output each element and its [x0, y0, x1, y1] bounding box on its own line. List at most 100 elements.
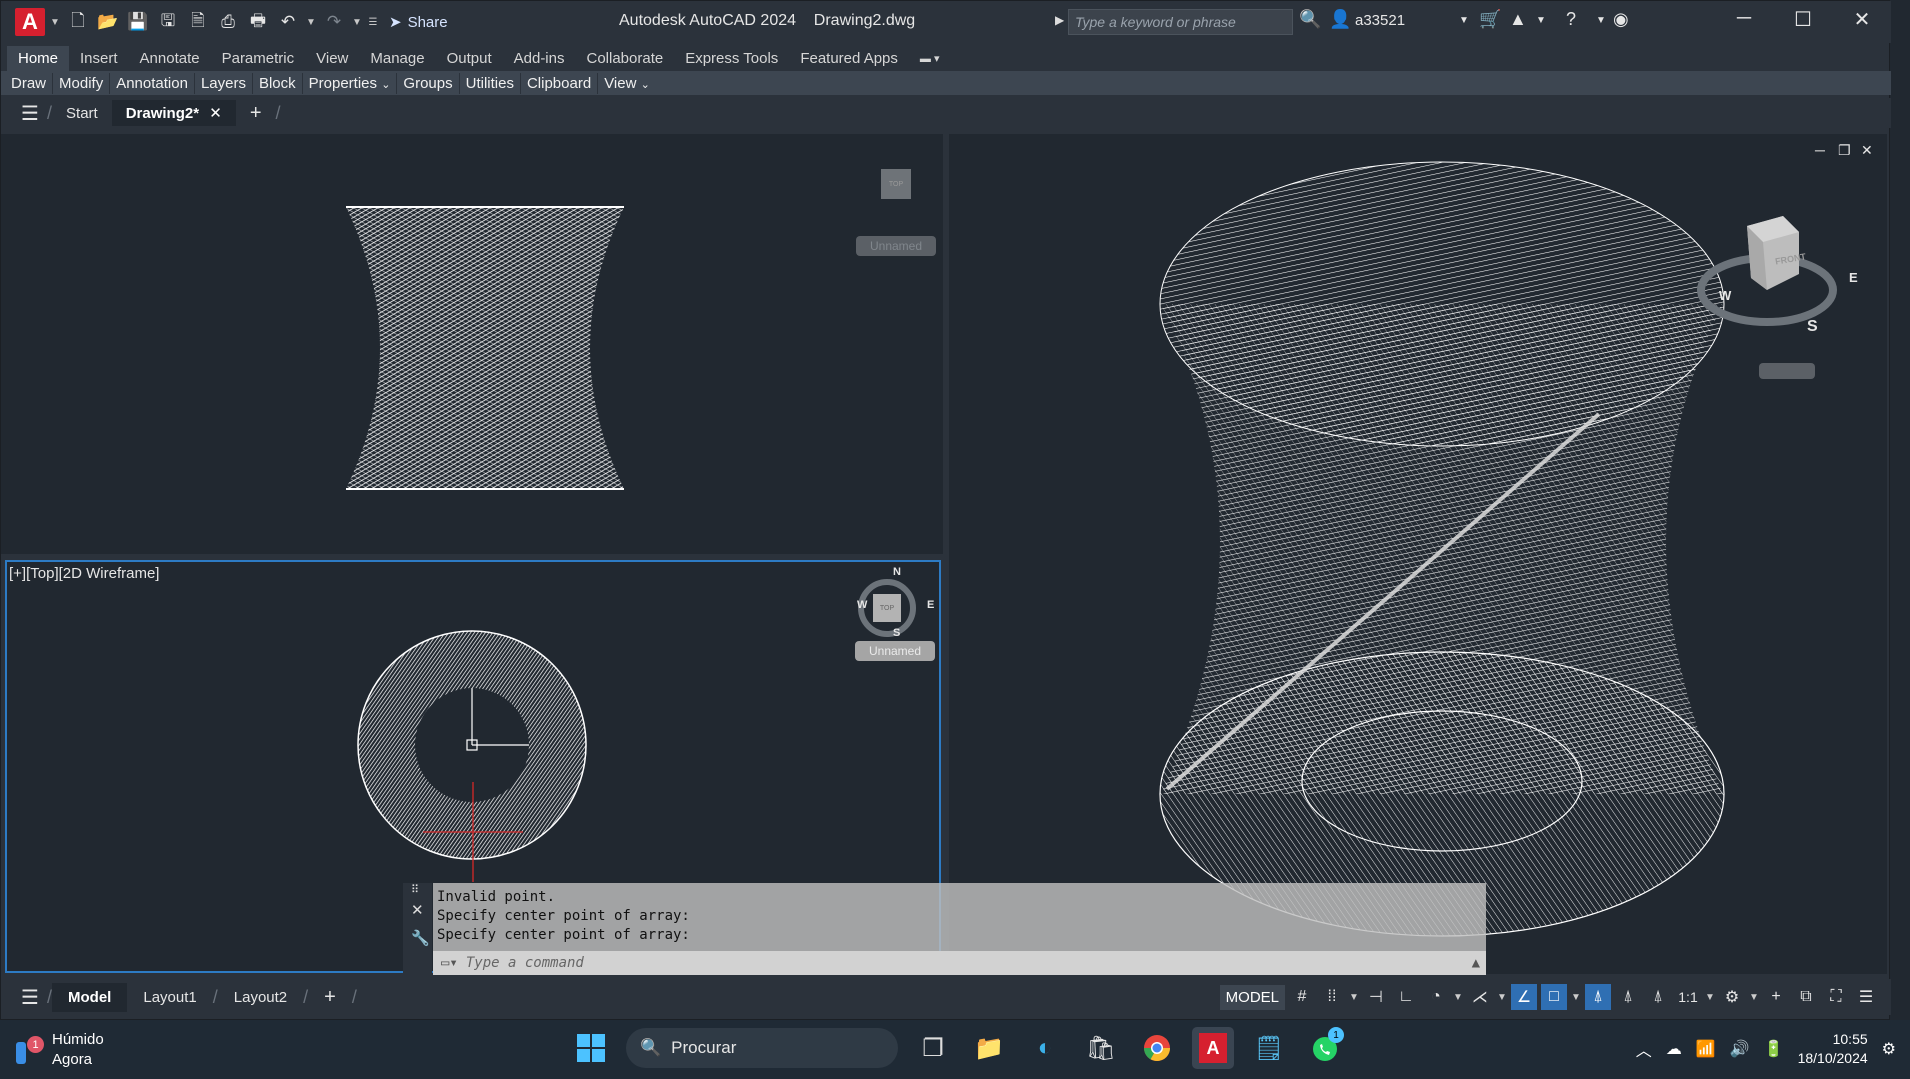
autocad-taskbar-icon[interactable]: A: [1192, 1027, 1234, 1069]
compass-west-label[interactable]: W: [857, 599, 867, 611]
cloud-offline-icon[interactable]: ☁: [1666, 1039, 1682, 1059]
units-icon[interactable]: ⧉: [1793, 984, 1819, 1010]
panel-clipboard[interactable]: Clipboard: [521, 72, 599, 94]
search-input[interactable]: Type a keyword or phrase: [1068, 9, 1293, 35]
compass-west-label[interactable]: W: [1719, 288, 1731, 303]
panel-view[interactable]: View ⌄: [598, 73, 656, 94]
viewcube-top-face[interactable]: TOP: [873, 594, 901, 622]
panel-layers[interactable]: Layers: [195, 72, 253, 94]
compass-north-label[interactable]: N: [893, 566, 901, 578]
tab-drawing2[interactable]: Drawing2* ✕: [111, 100, 236, 126]
tab-start[interactable]: Start: [52, 101, 112, 126]
ribbon-minimize-icon[interactable]: ▬ ▾: [909, 48, 951, 69]
compass-east-label[interactable]: E: [927, 599, 934, 611]
volume-icon[interactable]: 🔊: [1730, 1039, 1750, 1059]
minimize-icon[interactable]: ─: [1729, 7, 1759, 30]
isometric-drafting-icon[interactable]: ⋌: [1467, 984, 1493, 1010]
scale-dropdown-icon[interactable]: ▼: [1705, 992, 1715, 1003]
tab-insert[interactable]: Insert: [69, 46, 129, 71]
workspace-dropdown-icon[interactable]: ▼: [1749, 992, 1759, 1003]
show-hidden-icons-icon[interactable]: ︿: [1636, 1037, 1652, 1061]
isometric-dropdown-icon[interactable]: ▼: [1497, 992, 1507, 1003]
customization-menu-icon[interactable]: ☰: [1853, 984, 1879, 1010]
tab-featured-apps[interactable]: Featured Apps: [789, 46, 909, 71]
tab-model[interactable]: Model: [52, 982, 128, 1012]
grip-icon[interactable]: ⠿: [411, 883, 419, 896]
search-icon[interactable]: 🔍: [1299, 9, 1321, 30]
object-snap-tracking-icon[interactable]: ∠: [1511, 984, 1537, 1010]
chevron-down-icon[interactable]: ▼: [49, 9, 61, 35]
annotation-visibility-icon[interactable]: ⍋: [1585, 984, 1611, 1010]
tab-home[interactable]: Home: [7, 45, 70, 71]
help-dropdown-icon[interactable]: ▼: [1596, 15, 1606, 26]
autodesk-account-icon[interactable]: ◉: [1613, 9, 1629, 30]
microsoft-store-icon[interactable]: 🛍: [1080, 1027, 1122, 1069]
username[interactable]: a33521: [1355, 12, 1405, 29]
compass-south-label[interactable]: S: [893, 627, 900, 639]
user-dropdown-icon[interactable]: ▼: [1459, 15, 1469, 26]
model-space-button[interactable]: MODEL: [1219, 984, 1285, 1010]
compass-east-label[interactable]: E: [1849, 270, 1858, 285]
close-tab-icon[interactable]: ✕: [209, 105, 222, 122]
tab-add-ins[interactable]: Add-ins: [503, 46, 576, 71]
panel-utilities[interactable]: Utilities: [460, 72, 521, 94]
search-expand-icon[interactable]: ▶: [1055, 13, 1064, 27]
object-snap-dropdown-icon[interactable]: ▼: [1571, 992, 1581, 1003]
snap-dropdown-icon[interactable]: ▼: [1349, 992, 1359, 1003]
command-input[interactable]: ▭▾ Type a command ▲: [433, 951, 1486, 975]
close-command-line-icon[interactable]: ✕: [411, 901, 424, 919]
annotation-scale-value[interactable]: 1:1: [1675, 984, 1701, 1010]
layout-tab-menu-icon[interactable]: ☰: [21, 985, 47, 1010]
viewport-restore-icon[interactable]: ❐: [1838, 142, 1851, 159]
taskbar-search[interactable]: 🔍 Procurar: [626, 1028, 898, 1068]
tab-collaborate[interactable]: Collaborate: [575, 46, 674, 71]
tab-output[interactable]: Output: [436, 46, 503, 71]
recent-commands-icon[interactable]: ▭▾: [441, 955, 458, 971]
task-view-icon[interactable]: ❐: [912, 1027, 954, 1069]
polar-tracking-icon[interactable]: ◔: [1423, 984, 1449, 1010]
tab-layout1[interactable]: Layout1: [127, 983, 212, 1012]
annotation-scale-icon[interactable]: ⍋: [1645, 984, 1671, 1010]
file-tab-menu-icon[interactable]: ☰: [21, 101, 47, 126]
close-icon[interactable]: ✕: [1847, 7, 1877, 32]
new-file-icon[interactable]: 🗋: [65, 9, 91, 35]
panel-block[interactable]: Block: [253, 72, 303, 94]
clock[interactable]: 10:55 18/10/2024: [1798, 1030, 1868, 1068]
panel-draw[interactable]: Draw: [5, 72, 54, 94]
annotation-monitor-icon[interactable]: +: [1763, 984, 1789, 1010]
auto-scale-icon[interactable]: ⍋: [1615, 984, 1641, 1010]
panel-properties[interactable]: Properties ⌄: [303, 72, 398, 94]
edge-browser-icon[interactable]: ◐: [1024, 1027, 1066, 1069]
save-icon[interactable]: 💾: [125, 9, 151, 35]
viewport-controls-label[interactable]: [+][Top][2D Wireframe]: [9, 565, 159, 582]
customize-toolbar-icon[interactable]: ☰: [367, 9, 379, 35]
open-folder-icon[interactable]: 📂: [95, 9, 121, 35]
notepad-icon[interactable]: 🗒: [1248, 1027, 1290, 1069]
compass-south-label[interactable]: S: [1807, 318, 1818, 336]
tab-annotate[interactable]: Annotate: [129, 46, 211, 71]
tab-view[interactable]: View: [305, 46, 359, 71]
new-layout-icon[interactable]: +: [308, 980, 352, 1015]
autodesk-a360-icon[interactable]: ▲: [1509, 9, 1527, 30]
battery-icon[interactable]: 🔋: [1764, 1039, 1784, 1059]
viewport-minimize-icon[interactable]: ─: [1815, 142, 1825, 158]
file-explorer-icon[interactable]: 📁: [968, 1027, 1010, 1069]
grid-icon[interactable]: #: [1289, 984, 1315, 1010]
clean-screen-icon[interactable]: ⛶: [1823, 984, 1849, 1010]
redo-icon[interactable]: ↷: [321, 9, 347, 35]
panel-groups[interactable]: Groups: [397, 72, 460, 94]
ortho-mode-icon[interactable]: ∟: [1393, 984, 1419, 1010]
viewport-top-left[interactable]: TOP Unnamed: [1, 134, 943, 554]
windows-start-icon[interactable]: [570, 1027, 612, 1069]
tab-manage[interactable]: Manage: [359, 46, 435, 71]
chrome-icon[interactable]: [1136, 1027, 1178, 1069]
print-icon[interactable]: 🖶: [245, 9, 271, 35]
autocad-app-menu-button[interactable]: A: [15, 8, 45, 36]
panel-annotation[interactable]: Annotation: [110, 72, 195, 94]
ucs-menu[interactable]: [1759, 363, 1815, 379]
object-snap-icon[interactable]: □: [1541, 984, 1567, 1010]
redo-dropdown-icon[interactable]: ▼: [351, 9, 363, 35]
new-tab-icon[interactable]: +: [236, 98, 276, 129]
tab-layout2[interactable]: Layout2: [218, 983, 303, 1012]
expand-history-icon[interactable]: ▲: [1472, 955, 1480, 971]
